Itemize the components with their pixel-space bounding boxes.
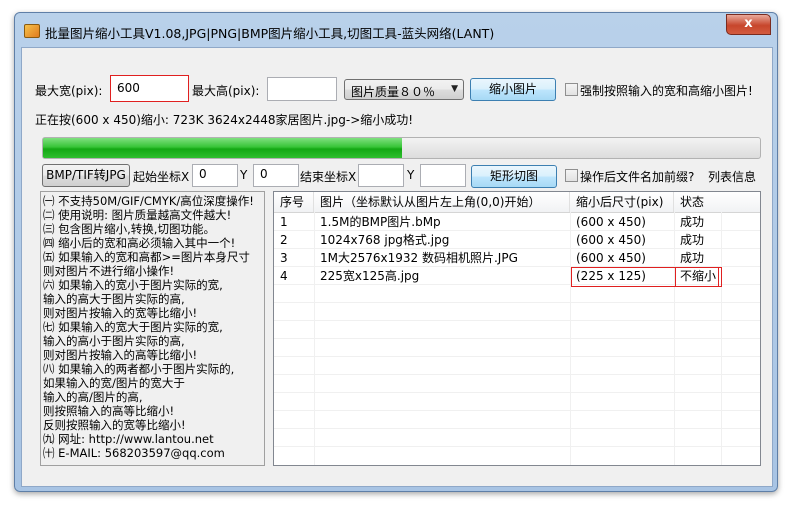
start-y-input[interactable]: 0 (253, 164, 299, 187)
client-area: 最大宽(pix): 600 最大高(pix): 图片质量８０％ ▼ 缩小图片 强… (21, 47, 773, 487)
progress-fill (43, 138, 402, 158)
chevron-down-icon: ▼ (451, 84, 458, 94)
force-size-label: 强制按照输入的宽和高缩小图片! (580, 84, 753, 98)
info-line: 输入的高大于图片实际的高, (43, 292, 185, 306)
cell-filename: 225宽x125高.jpg (320, 269, 420, 283)
cell-status: 成功 (680, 233, 705, 247)
start-x-label: 起始坐标X (133, 170, 190, 184)
info-line: 输入的高/图片的高, (43, 390, 143, 404)
cell-index: 3 (280, 251, 288, 265)
prefix-label: 操作后文件名加前缀? (580, 170, 695, 184)
cell-size: (600 x 450) (576, 215, 646, 229)
cell-index: 4 (280, 269, 288, 283)
grid-line (274, 446, 760, 447)
website-text: ㈨ 网址: http://www.lantou.net (43, 432, 214, 446)
info-line: ㈧ 如果输入的两者都小于图片实际的, (43, 362, 235, 376)
file-list-table[interactable]: 序号 图片（坐标默认从图片左上角(0,0)开始） 缩小后尺寸(pix) 状态 1… (273, 191, 761, 466)
max-height-label: 最大高(pix): (192, 84, 260, 98)
column-header-image[interactable]: 图片（坐标默认从图片左上角(0,0)开始） (314, 192, 570, 212)
prefix-checkbox[interactable] (565, 169, 578, 182)
info-line: 则对图片不进行缩小操作! (43, 264, 175, 278)
cell-filename: 1024x768 jpg格式.jpg (320, 233, 450, 247)
end-x-label: 结束坐标X (300, 170, 357, 184)
shrink-button[interactable]: 缩小图片 (470, 78, 556, 101)
status-text: 正在按(600 x 450)缩小: 723K 3624x2448家居图片.jpg… (35, 113, 414, 127)
grid-line (274, 392, 760, 393)
progress-bar (42, 137, 761, 159)
app-icon (24, 24, 40, 38)
table-row[interactable]: 1 1.5M的BMP图片.bMp (600 x 450) 成功 (274, 213, 760, 231)
cell-status: 成功 (680, 215, 705, 229)
cell-filename: 1M大2576x1932 数码相机照片.JPG (320, 251, 518, 265)
highlight-box (675, 267, 722, 287)
email-text: ㈩ E-MAIL: 568203597@qq.com (43, 446, 225, 460)
max-height-input[interactable] (267, 77, 337, 101)
cell-filename: 1.5M的BMP图片.bMp (320, 215, 441, 229)
info-line: 则按照输入的高等比缩小! (43, 404, 175, 418)
grid-line (274, 374, 760, 375)
cell-size: (600 x 450) (576, 233, 646, 247)
info-line: ㈥ 如果输入的宽小于图片实际的宽, (43, 278, 223, 292)
quality-select-value: 图片质量８０％ (351, 85, 436, 99)
info-line: ㈢ 包含图片缩小,转换,切图功能。 (43, 222, 215, 236)
grid-line (274, 338, 760, 339)
table-header: 序号 图片（坐标默认从图片左上角(0,0)开始） 缩小后尺寸(pix) 状态 (274, 192, 760, 213)
info-line: ㈠ 不支持50M/GIF/CMYK/高位深度操作! (43, 194, 254, 208)
grid-line (274, 320, 760, 321)
end-y-label: Y (407, 168, 415, 182)
start-x-input[interactable]: 0 (192, 164, 238, 187)
app-window: 批量图片缩小工具V1.08,JPG|PNG|BMP图片缩小工具,切图工具-蓝头网… (14, 12, 778, 492)
info-line: 则对图片按输入的高等比缩小! (43, 348, 198, 362)
grid-line (274, 428, 760, 429)
force-size-checkbox[interactable] (565, 83, 578, 96)
grid-line (274, 410, 760, 411)
info-line: 如果输入的宽/图片的宽大于 (43, 376, 185, 390)
info-line: ㈡ 使用说明: 图片质量越高文件越大! (43, 208, 232, 222)
cell-index: 2 (280, 233, 288, 247)
max-width-input[interactable]: 600 (110, 75, 189, 102)
quality-select[interactable]: 图片质量８０％ ▼ (344, 79, 464, 100)
bmp-tif-convert-button[interactable]: BMP/TIF转JPG (42, 164, 130, 187)
info-line: ㈦ 如果输入的宽大于图片实际的宽, (43, 320, 223, 334)
info-line: 则对图片按输入的宽等比缩小! (43, 306, 198, 320)
close-button[interactable]: x (726, 14, 771, 35)
cell-status: 成功 (680, 251, 705, 265)
window-title: 批量图片缩小工具V1.08,JPG|PNG|BMP图片缩小工具,切图工具-蓝头网… (45, 26, 495, 41)
column-header-size[interactable]: 缩小后尺寸(pix) (570, 192, 674, 212)
cell-index: 1 (280, 215, 288, 229)
info-line: 反则按照输入的宽等比缩小! (43, 418, 186, 432)
table-row[interactable]: 3 1M大2576x1932 数码相机照片.JPG (600 x 450) 成功 (274, 249, 760, 267)
grid-line (274, 356, 760, 357)
column-header-status[interactable]: 状态 (674, 192, 760, 212)
rect-crop-button[interactable]: 矩形切图 (471, 165, 557, 188)
info-line: 输入的高小于图片实际的高, (43, 334, 185, 348)
start-y-label: Y (240, 168, 248, 182)
end-y-input[interactable] (420, 164, 466, 187)
column-header-index[interactable]: 序号 (274, 192, 314, 212)
info-line: ㈣ 缩小后的宽和高必须输入其中一个! (43, 236, 236, 250)
end-x-input[interactable] (358, 164, 404, 187)
info-line: ㈤ 如果输入的宽和高都>=图片本身尺寸 (43, 250, 250, 264)
list-info-link[interactable]: 列表信息 (708, 168, 756, 185)
title-bar[interactable]: 批量图片缩小工具V1.08,JPG|PNG|BMP图片缩小工具,切图工具-蓝头网… (15, 13, 777, 47)
table-row[interactable]: 2 1024x768 jpg格式.jpg (600 x 450) 成功 (274, 231, 760, 249)
max-width-label: 最大宽(pix): (35, 84, 103, 98)
instructions-panel: ㈠ 不支持50M/GIF/CMYK/高位深度操作! ㈡ 使用说明: 图片质量越高… (40, 191, 265, 466)
grid-line (274, 302, 760, 303)
cell-size: (600 x 450) (576, 251, 646, 265)
